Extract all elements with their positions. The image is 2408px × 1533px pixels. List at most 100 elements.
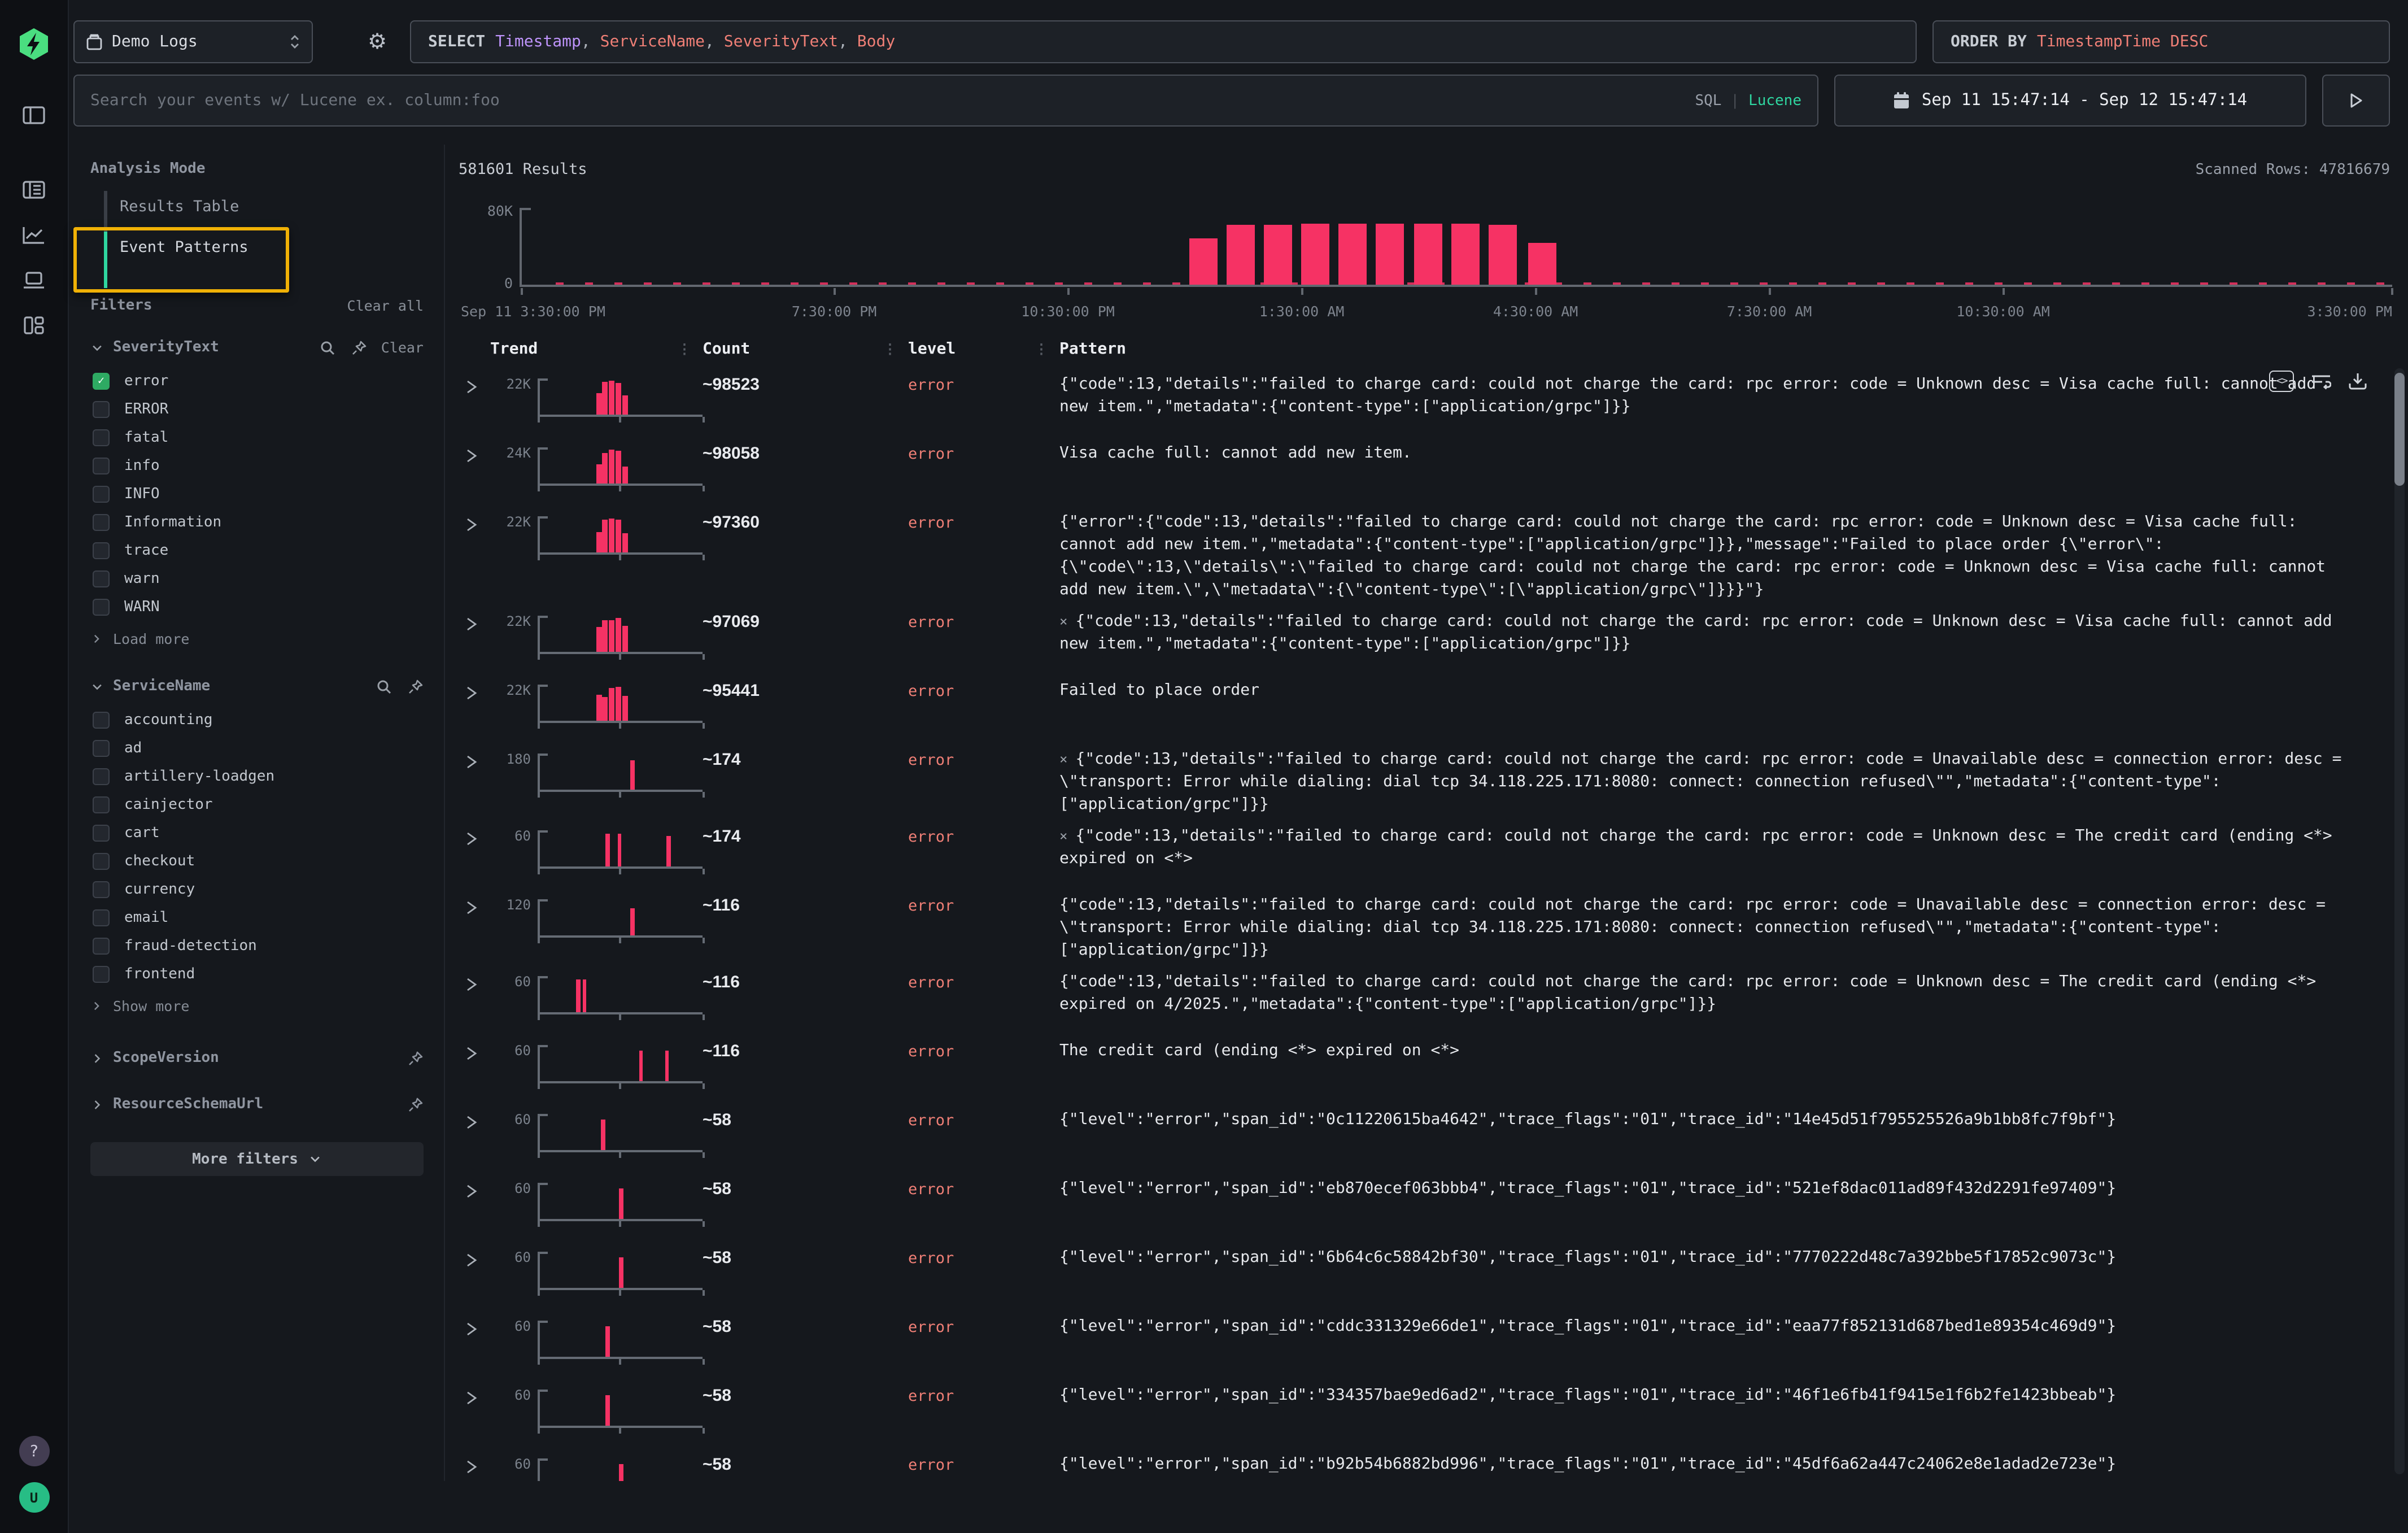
pattern-text[interactable]: {"level":"error","span_id":"cddc331329e6…	[1059, 1315, 2390, 1375]
histogram-bar[interactable]	[1227, 225, 1255, 285]
view-source-icon[interactable]: <>	[2269, 371, 2294, 392]
pattern-text[interactable]: {"code":13,"details":"failed to charge c…	[1059, 373, 2390, 433]
source-select[interactable]: Demo Logs	[73, 20, 313, 63]
user-avatar[interactable]: U	[19, 1482, 49, 1513]
pattern-row[interactable]: 22K~97360error{"error":{"code":13,"detai…	[459, 502, 2390, 601]
pin-icon[interactable]	[408, 678, 424, 694]
pattern-text[interactable]: {"level":"error","span_id":"0c11220615ba…	[1059, 1108, 2390, 1168]
checkbox[interactable]	[93, 796, 110, 813]
filter-option-currency[interactable]: currency	[90, 876, 424, 904]
column-header-pattern[interactable]: ⋮Pattern	[1059, 340, 2390, 358]
pattern-row[interactable]: 180~174error×{"code":13,"details":"faile…	[459, 739, 2390, 816]
time-range-picker[interactable]: Sep 11 15:47:14 - Sep 12 15:47:14	[1834, 75, 2306, 127]
filter-option-ad[interactable]: ad	[90, 734, 424, 763]
filter-option-fraud-detection[interactable]: fraud-detection	[90, 932, 424, 960]
chart-explorer-icon[interactable]	[23, 226, 45, 244]
analysis-mode-event-patterns[interactable]: Event Patterns	[90, 227, 424, 268]
row-expand-chevron-icon[interactable]	[463, 511, 490, 601]
more-filters-button[interactable]: More filters	[90, 1142, 424, 1176]
column-resize-handle[interactable]: ⋮	[678, 341, 691, 357]
histogram-bar[interactable]	[1451, 224, 1479, 285]
select-query-input[interactable]: SELECT Timestamp, ServiceName, SeverityT…	[410, 20, 1917, 63]
row-expand-chevron-icon[interactable]	[463, 1453, 490, 1481]
histogram-bar[interactable]	[1301, 224, 1329, 285]
pattern-row[interactable]: 24K~98058errorVisa cache full: cannot ad…	[459, 433, 2390, 502]
histogram-bar[interactable]	[1189, 238, 1218, 285]
help-button[interactable]: ?	[19, 1436, 49, 1466]
histogram-bar[interactable]	[1339, 224, 1367, 285]
toggle-lucene[interactable]: Lucene	[1748, 92, 1801, 109]
pattern-row[interactable]: 60~58error{"level":"error","span_id":"6b…	[459, 1237, 2390, 1306]
filter-option-artillery-loadgen[interactable]: artillery-loadgen	[90, 763, 424, 791]
filter-option-cainjector[interactable]: cainjector	[90, 791, 424, 819]
pattern-row[interactable]: 60~58error{"level":"error","span_id":"cd…	[459, 1306, 2390, 1375]
analysis-mode-results-table[interactable]: Results Table	[90, 186, 424, 227]
checkbox[interactable]	[93, 570, 110, 587]
filter-option-Information[interactable]: Information	[90, 508, 424, 537]
column-resize-handle[interactable]: ⋮	[1035, 341, 1048, 357]
filter-option-trace[interactable]: trace	[90, 537, 424, 565]
pattern-text[interactable]: ×{"code":13,"details":"failed to charge …	[1059, 825, 2390, 885]
clear-severity[interactable]: Clear	[381, 339, 424, 356]
search-input[interactable]: Search your events w/ Lucene ex. column:…	[73, 75, 1818, 127]
filter-option-warn[interactable]: warn	[90, 565, 424, 593]
sidebar-toggle-icon[interactable]	[23, 106, 45, 124]
filter-option-checkout[interactable]: checkout	[90, 847, 424, 876]
scrollbar-track[interactable]	[2394, 368, 2405, 1474]
pattern-row[interactable]: 60~174error×{"code":13,"details":"failed…	[459, 816, 2390, 885]
filter-option-frontend[interactable]: frontend	[90, 960, 424, 988]
dashboards-icon[interactable]	[24, 316, 44, 334]
clear-all-filters[interactable]: Clear all	[347, 297, 424, 314]
search-logs-icon[interactable]	[23, 181, 45, 199]
pattern-text[interactable]: {"code":13,"details":"failed to charge c…	[1059, 894, 2390, 961]
scrollbar-thumb[interactable]	[2394, 373, 2405, 486]
pattern-row[interactable]: 60~116errorThe credit card (ending <*> e…	[459, 1030, 2390, 1099]
pattern-row[interactable]: 60~58error{"level":"error","span_id":"33…	[459, 1375, 2390, 1444]
row-expand-chevron-icon[interactable]	[463, 442, 490, 502]
row-expand-chevron-icon[interactable]	[463, 748, 490, 816]
filter-option-email[interactable]: email	[90, 904, 424, 932]
pattern-text[interactable]: {"level":"error","span_id":"6b64c6c58842…	[1059, 1246, 2390, 1306]
hyperdx-logo[interactable]	[17, 27, 51, 61]
pin-icon[interactable]	[352, 339, 368, 355]
search-icon[interactable]	[376, 678, 392, 694]
filter-group-servicename[interactable]: ServiceName	[113, 678, 210, 695]
pattern-text[interactable]: ×{"code":13,"details":"failed to charge …	[1059, 610, 2390, 670]
toggle-sql[interactable]: SQL	[1695, 92, 1721, 109]
chevron-down-icon[interactable]	[90, 341, 104, 354]
pin-icon[interactable]	[408, 1050, 424, 1066]
pattern-row[interactable]: 60~58error{"level":"error","span_id":"b9…	[459, 1444, 2390, 1481]
checkbox[interactable]	[93, 938, 110, 955]
pattern-row[interactable]: 120~116error{"code":13,"details":"failed…	[459, 885, 2390, 961]
checkbox[interactable]	[93, 825, 110, 842]
row-expand-chevron-icon[interactable]	[463, 679, 490, 739]
pattern-row[interactable]: 22K~95441errorFailed to place order	[459, 670, 2390, 739]
filter-option-cart[interactable]: cart	[90, 819, 424, 847]
filter-option-error[interactable]: ✓error	[90, 367, 424, 395]
column-header-trend[interactable]: Trend	[490, 340, 703, 358]
filter-option-INFO[interactable]: INFO	[90, 480, 424, 508]
checkbox[interactable]	[93, 881, 110, 898]
histogram-bar[interactable]	[1376, 224, 1404, 285]
wrap-text-icon[interactable]	[2311, 372, 2331, 390]
pattern-text[interactable]: Failed to place order	[1059, 679, 2390, 739]
row-expand-chevron-icon[interactable]	[463, 373, 490, 433]
checkbox[interactable]	[93, 458, 110, 474]
order-by-input[interactable]: ORDER BY TimestampTime DESC	[1932, 20, 2390, 63]
checkbox[interactable]: ✓	[93, 373, 110, 390]
run-query-button[interactable]	[2322, 75, 2390, 127]
checkbox[interactable]	[93, 712, 110, 729]
filter-group-severitytext[interactable]: SeverityText	[113, 339, 219, 356]
column-header-count[interactable]: ⋮Count	[703, 340, 908, 358]
row-expand-chevron-icon[interactable]	[463, 894, 490, 961]
filter-option-fatal[interactable]: fatal	[90, 424, 424, 452]
filter-option-info[interactable]: info	[90, 452, 424, 480]
pattern-text[interactable]: {"level":"error","span_id":"334357bae9ed…	[1059, 1384, 2390, 1444]
filter-option-ERROR[interactable]: ERROR	[90, 395, 424, 424]
pattern-row[interactable]: 60~58error{"level":"error","span_id":"0c…	[459, 1099, 2390, 1168]
checkbox[interactable]	[93, 542, 110, 559]
row-expand-chevron-icon[interactable]	[463, 610, 490, 670]
filter-option-WARN[interactable]: WARN	[90, 593, 424, 621]
pattern-row[interactable]: 60~58error{"level":"error","span_id":"eb…	[459, 1168, 2390, 1237]
checkbox[interactable]	[93, 486, 110, 503]
